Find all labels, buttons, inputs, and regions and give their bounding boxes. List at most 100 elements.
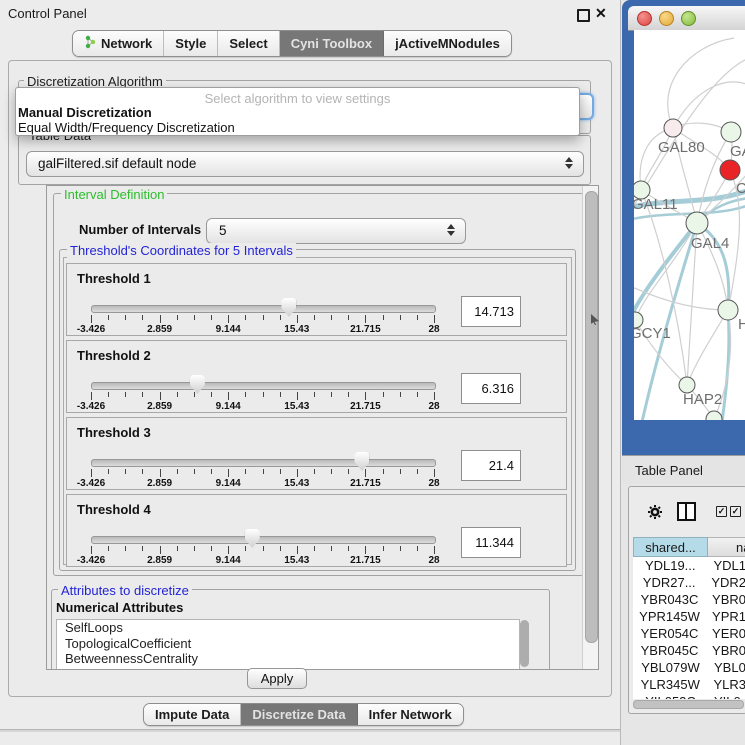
tick-mark	[160, 469, 161, 477]
tab-discretize-data[interactable]: Discretize Data	[241, 704, 357, 725]
table-row[interactable]: YIL052CYIL0	[633, 693, 745, 699]
threshold-1-panel: Threshold 1-3.4262.8599.14415.4321.71528…	[66, 263, 567, 336]
tick-mark	[125, 469, 126, 474]
table-row[interactable]: YBL079WYBL0	[633, 659, 745, 676]
table-row[interactable]: YER054CYER0	[633, 625, 745, 642]
tab-network[interactable]: Network	[73, 31, 164, 56]
tab-label: jActiveMNodules	[395, 36, 500, 51]
threshold-3-slider-thumb[interactable]	[354, 452, 369, 471]
tab-cyni-toolbox[interactable]: Cyni Toolbox	[280, 31, 384, 56]
cell-shared-name: YLR345W	[633, 676, 707, 693]
threshold-4-value-field[interactable]: 11.344	[461, 527, 521, 558]
node-gal80[interactable]	[664, 119, 682, 137]
dropdown-options: Manual DiscretizationEqual Width/Frequen…	[18, 106, 581, 135]
number-of-intervals-spinner[interactable]: 5	[206, 218, 466, 244]
dropdown-option-manual-discretization[interactable]: Manual Discretization	[18, 106, 581, 121]
tab-impute-data[interactable]: Impute Data	[144, 704, 241, 725]
apply-button[interactable]: Apply	[247, 668, 307, 689]
table-data-combobox[interactable]: galFiltered.sif default node	[26, 151, 584, 177]
tick-label: 21.715	[350, 324, 381, 335]
tick-mark	[228, 392, 229, 400]
threshold-3-value-field[interactable]: 21.4	[461, 450, 521, 481]
threshold-1-value-field[interactable]: 14.713	[461, 296, 521, 327]
cell-name: YBR0	[706, 591, 745, 608]
tab-jactivemnodules[interactable]: jActiveMNodules	[384, 31, 511, 56]
attribute-item-betweennesscentrality[interactable]: BetweennessCentrality	[57, 651, 519, 667]
horizontal-scrollbar[interactable]	[633, 700, 744, 709]
algorithm-dropdown-popup: Select algorithm to view settings Manual…	[15, 87, 580, 136]
tick-mark	[383, 392, 384, 397]
attribute-item-selfloops[interactable]: SelfLoops	[57, 620, 519, 636]
vertical-scrollbar[interactable]	[582, 186, 599, 669]
tick-label: 2.859	[147, 478, 172, 489]
network-canvas[interactable]: GAL80GACGAL11GAL4GCY1HHAP2	[634, 30, 745, 420]
zoom-window-button[interactable]	[681, 11, 696, 26]
tick-mark	[314, 392, 315, 397]
tick-mark	[228, 546, 229, 554]
tick-mark	[245, 392, 246, 397]
checkbox-icon-2[interactable]: ✓	[730, 506, 741, 517]
threshold-1-slider-track[interactable]	[91, 305, 436, 313]
tick-label: 21.715	[350, 478, 381, 489]
cell-shared-name: YER054C	[633, 625, 706, 642]
dropdown-option-equal-width-frequency-discretization[interactable]: Equal Width/Frequency Discretization	[18, 121, 581, 136]
tick-mark	[91, 546, 92, 554]
horizontal-scrollbar-thumb[interactable]	[633, 700, 744, 709]
tick-label: 28	[428, 324, 439, 335]
node-gal4[interactable]	[686, 212, 708, 234]
combobox-arrows-icon	[565, 157, 573, 169]
node-ga[interactable]	[721, 122, 741, 142]
minimize-window-button[interactable]	[659, 11, 674, 26]
table-row[interactable]: YBR045CYBR0	[633, 642, 745, 659]
node[interactable]	[706, 411, 722, 420]
table-row[interactable]: YPR145WYPR1	[633, 608, 745, 625]
node-c[interactable]	[720, 160, 740, 180]
gear-icon[interactable]	[647, 504, 663, 520]
close-window-button[interactable]	[637, 11, 652, 26]
tick-mark	[348, 392, 349, 397]
tick-label: -3.426	[77, 401, 105, 412]
attributes-scrollbar-thumb[interactable]	[520, 620, 529, 667]
close-icon[interactable]: ✕	[595, 5, 607, 22]
tab-select[interactable]: Select	[218, 31, 279, 56]
table-row[interactable]: YDL19...YDL1	[633, 557, 745, 574]
threshold-1-label: Threshold 1	[77, 271, 151, 286]
table-row[interactable]: YBR043CYBR0	[633, 591, 745, 608]
tick-label: -3.426	[77, 324, 105, 335]
attribute-item-topologicalcoefficient[interactable]: TopologicalCoefficient	[57, 636, 519, 652]
table-row[interactable]: YDR27...YDR2	[633, 574, 745, 591]
network-window-titlebar[interactable]	[628, 6, 745, 31]
vertical-scrollbar-thumb[interactable]	[585, 191, 598, 643]
tick-mark	[245, 315, 246, 320]
tick-label: 2.859	[147, 401, 172, 412]
threshold-2-slider-track[interactable]	[91, 382, 436, 390]
tick-label: -3.426	[77, 555, 105, 566]
float-window-icon[interactable]	[577, 9, 590, 22]
tick-mark	[142, 315, 143, 320]
tick-mark	[125, 315, 126, 320]
tab-infer-network[interactable]: Infer Network	[358, 704, 463, 725]
tick-mark	[314, 315, 315, 320]
column-header-shared-name[interactable]: shared...	[633, 537, 708, 557]
tick-mark	[108, 315, 109, 320]
tick-mark	[400, 315, 401, 320]
threshold-2-value-field[interactable]: 6.316	[461, 373, 521, 404]
tick-mark	[417, 546, 418, 551]
threshold-1-slider-thumb[interactable]	[281, 298, 296, 317]
columns-icon[interactable]	[677, 502, 696, 521]
tick-mark	[211, 392, 212, 397]
tick-label: 15.43	[284, 555, 309, 566]
threshold-4-slider-thumb[interactable]	[245, 529, 260, 548]
threshold-2-slider-thumb[interactable]	[190, 375, 205, 394]
threshold-4-slider-track[interactable]	[91, 536, 436, 544]
cell-name: YER0	[706, 625, 745, 642]
tick-label: 2.859	[147, 555, 172, 566]
tick-label: 9.144	[216, 324, 241, 335]
column-header-name[interactable]: name	[708, 537, 745, 557]
checkbox-icon-1[interactable]: ✓	[716, 506, 727, 517]
table-row[interactable]: YLR345WYLR3	[633, 676, 745, 693]
cell-shared-name: YPR145W	[633, 608, 706, 625]
threshold-3-slider-track[interactable]	[91, 459, 436, 467]
node-h[interactable]	[718, 300, 738, 320]
tab-style[interactable]: Style	[164, 31, 218, 56]
